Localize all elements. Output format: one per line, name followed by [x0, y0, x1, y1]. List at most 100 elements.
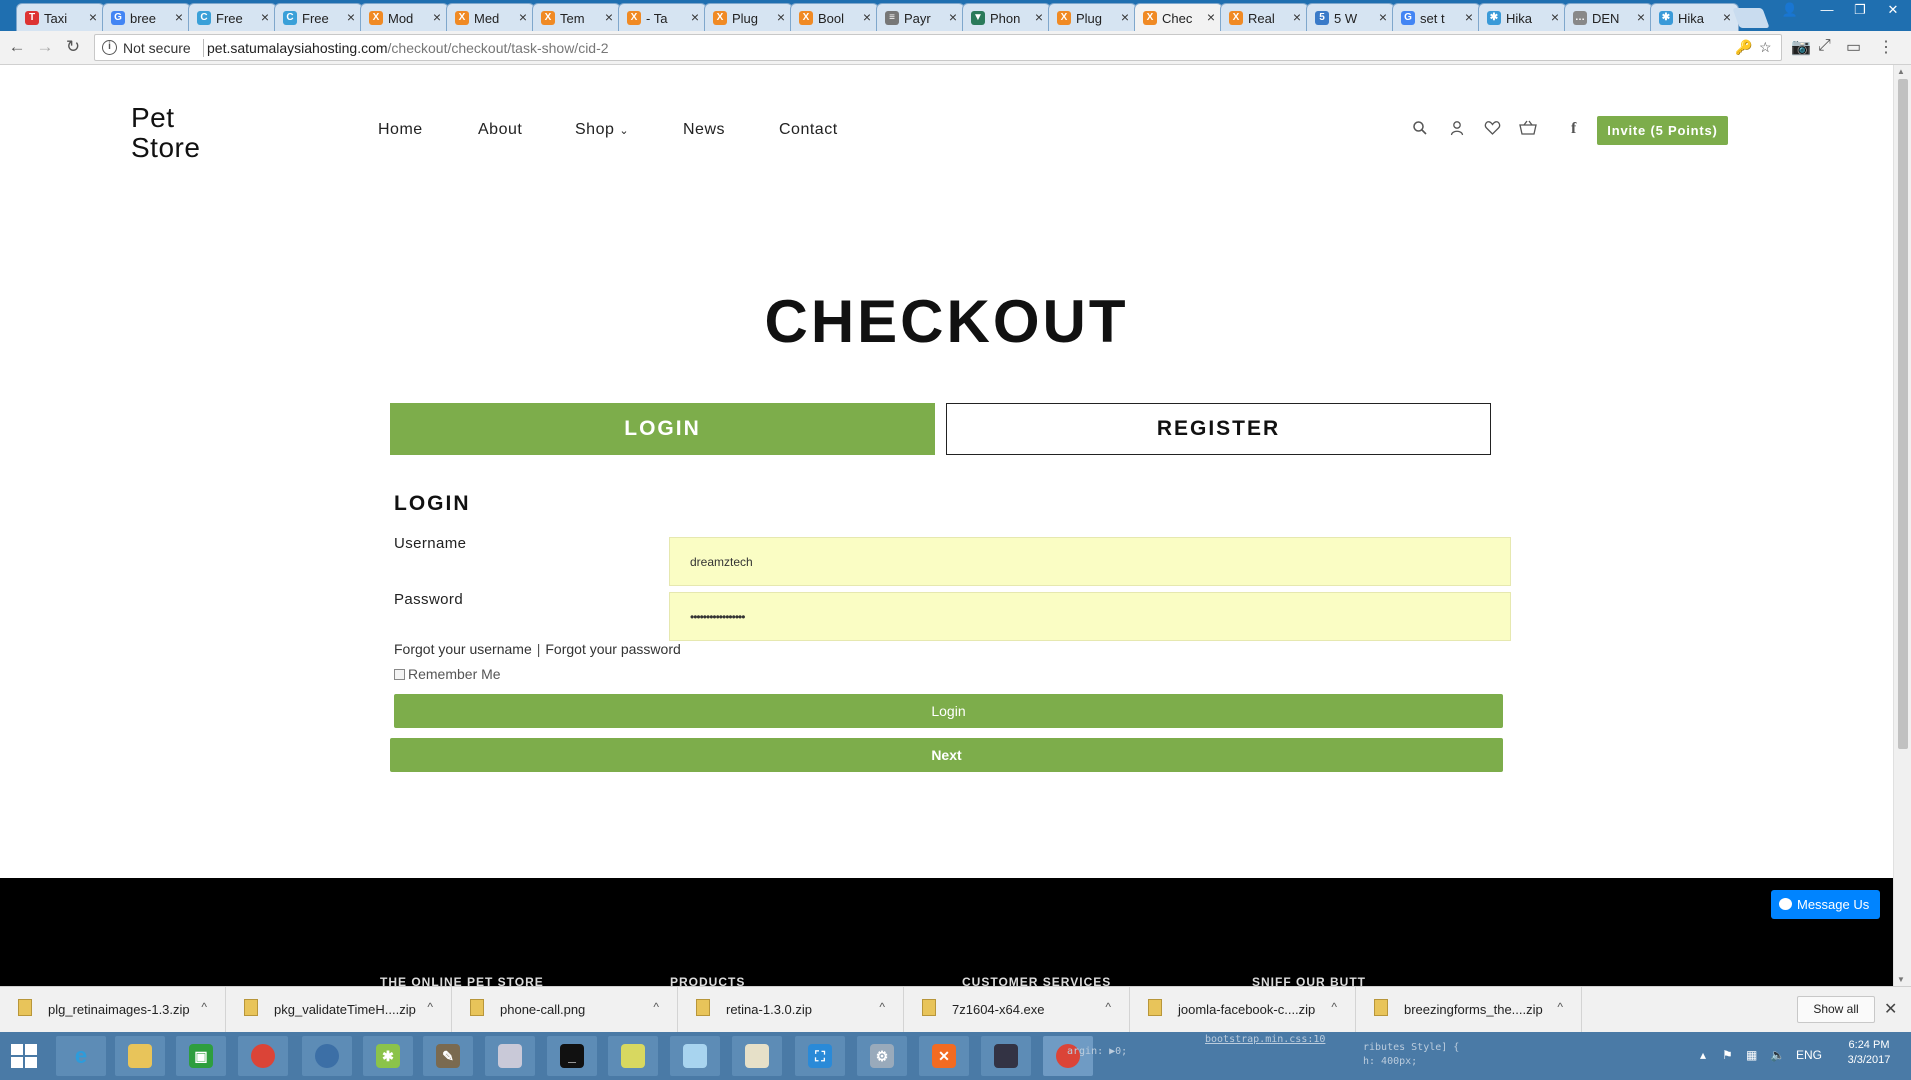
browser-tab[interactable]: Gset t × [1392, 3, 1481, 31]
search-icon[interactable] [1412, 120, 1428, 141]
taskbar-thunderbird-icon[interactable] [302, 1036, 352, 1076]
tray-network-icon[interactable]: ▦ [1746, 1048, 1757, 1062]
tab-close-icon[interactable]: × [175, 9, 183, 25]
cast-icon[interactable]: ▭ [1846, 37, 1861, 57]
taskbar-explorer-icon[interactable] [115, 1036, 165, 1076]
browser-tab[interactable]: X Real × [1220, 3, 1309, 31]
download-options-chevron-icon[interactable]: ^ [1331, 1000, 1337, 1014]
browser-tab[interactable]: ✱ Hika × [1650, 3, 1739, 31]
next-button[interactable]: Next [390, 738, 1503, 772]
browser-tab[interactable]: X Plug × [1048, 3, 1137, 31]
close-downloads-icon[interactable]: ✕ [1884, 999, 1897, 1019]
message-us-button[interactable]: Message Us [1771, 890, 1880, 919]
tab-close-icon[interactable]: × [605, 9, 613, 25]
forgot-password-link[interactable]: Forgot your password [545, 641, 680, 657]
invite-button[interactable]: Invite (5 Points) [1597, 116, 1728, 145]
browser-tab[interactable]: C Free × [274, 3, 363, 31]
download-options-chevron-icon[interactable]: ^ [427, 1000, 433, 1014]
browser-tab[interactable]: … DEN × [1564, 3, 1653, 31]
tab-close-icon[interactable]: × [1465, 9, 1473, 25]
back-icon[interactable]: ← [6, 37, 28, 57]
taskbar-chrome-icon[interactable] [238, 1036, 288, 1076]
download-item[interactable]: plg_retinaimages-1.3.zip ^ [0, 987, 226, 1033]
taskbar-palette-icon[interactable] [732, 1036, 782, 1076]
tab-login[interactable]: LOGIN [390, 403, 935, 455]
browser-tab[interactable]: 5 5 W × [1306, 3, 1395, 31]
tab-register[interactable]: REGISTER [946, 403, 1491, 455]
scroll-thumb[interactable] [1898, 79, 1908, 749]
close-window-icon[interactable]: ✕ [1878, 2, 1908, 18]
download-item[interactable]: 7z1604-x64.exe ^ [904, 987, 1130, 1033]
taskbar-android-icon[interactable]: ✱ [363, 1036, 413, 1076]
taskbar-snip-icon[interactable]: ⛶ [795, 1036, 845, 1076]
tab-close-icon[interactable]: × [1551, 9, 1559, 25]
download-item[interactable]: pkg_validateTimeH....zip ^ [226, 987, 452, 1033]
nav-about[interactable]: About [478, 121, 522, 139]
taskbar-ie-icon[interactable]: e [56, 1036, 106, 1076]
browser-tab[interactable]: Gbree × [102, 3, 191, 31]
bookmark-star-icon[interactable]: ☆ [1759, 39, 1772, 56]
user-icon[interactable]: 👤 [1775, 2, 1805, 18]
taskbar-vpn-icon[interactable] [981, 1036, 1031, 1076]
url-text[interactable]: pet.satumalaysiahosting.com/checkout/che… [207, 40, 609, 56]
nav-shop[interactable]: Shop ⌄ [575, 121, 629, 139]
browser-tab[interactable]: X Tem × [532, 3, 621, 31]
minimize-icon[interactable]: — [1812, 2, 1842, 17]
camera-icon[interactable]: 📷 [1791, 37, 1811, 57]
key-icon[interactable]: 🔑 [1735, 39, 1752, 56]
taskbar-store-icon[interactable]: ▣ [176, 1036, 226, 1076]
download-options-chevron-icon[interactable]: ^ [201, 1000, 207, 1014]
page-scrollbar[interactable]: ▲ ▼ [1893, 65, 1911, 986]
site-logo[interactable]: Pet Store [131, 103, 200, 163]
tab-close-icon[interactable]: × [1121, 9, 1129, 25]
tab-close-icon[interactable]: × [1207, 9, 1215, 25]
browser-tab[interactable]: X Chec × [1134, 3, 1223, 31]
user-account-icon[interactable] [1449, 120, 1465, 141]
tab-close-icon[interactable]: × [433, 9, 441, 25]
browser-tab[interactable]: ≡ Payr × [876, 3, 965, 31]
show-all-button[interactable]: Show all [1797, 996, 1875, 1023]
download-item[interactable]: phone-call.png ^ [452, 987, 678, 1033]
reload-icon[interactable]: ↻ [62, 37, 84, 57]
tab-close-icon[interactable]: × [1379, 9, 1387, 25]
tab-close-icon[interactable]: × [777, 9, 785, 25]
info-icon[interactable]: i [102, 40, 117, 55]
browser-tab[interactable]: X Mod × [360, 3, 449, 31]
nav-contact[interactable]: Contact [779, 121, 838, 139]
browser-tab[interactable]: X - Ta × [618, 3, 707, 31]
fullscreen-icon[interactable]: ⤢ [1818, 37, 1831, 55]
tab-close-icon[interactable]: × [347, 9, 355, 25]
tray-volume-icon[interactable]: 🔈 [1770, 1048, 1785, 1062]
cart-basket-icon[interactable] [1519, 120, 1537, 141]
taskbar-clock[interactable]: 6:24 PM 3/3/2017 [1836, 1038, 1902, 1068]
restore-icon[interactable]: ❐ [1845, 2, 1875, 18]
download-item[interactable]: breezingforms_the....zip ^ [1356, 987, 1582, 1033]
scroll-down-arrow-icon[interactable]: ▼ [1897, 975, 1905, 984]
tab-close-icon[interactable]: × [691, 9, 699, 25]
browser-tab[interactable]: C Free × [188, 3, 277, 31]
scroll-up-arrow-icon[interactable]: ▲ [1897, 67, 1905, 76]
wishlist-heart-icon[interactable] [1484, 120, 1501, 141]
taskbar-gimp-icon[interactable]: ✎ [423, 1036, 473, 1076]
tray-overflow-icon[interactable]: ▴ [1700, 1048, 1706, 1062]
windows-start-icon[interactable] [11, 1044, 37, 1068]
download-options-chevron-icon[interactable]: ^ [1105, 1000, 1111, 1014]
taskbar-notes-icon[interactable] [670, 1036, 720, 1076]
taskbar-paint-icon[interactable] [485, 1036, 535, 1076]
nav-news[interactable]: News [683, 121, 725, 139]
username-input[interactable] [669, 537, 1511, 586]
facebook-icon[interactable]: f [1571, 120, 1576, 138]
tab-close-icon[interactable]: × [261, 9, 269, 25]
remember-me-checkbox[interactable] [394, 669, 405, 680]
forward-icon[interactable]: → [34, 37, 56, 57]
tab-close-icon[interactable]: × [1035, 9, 1043, 25]
tab-close-icon[interactable]: × [1723, 9, 1731, 25]
download-item[interactable]: retina-1.3.0.zip ^ [678, 987, 904, 1033]
download-options-chevron-icon[interactable]: ^ [653, 1000, 659, 1014]
new-tab-button[interactable] [1732, 8, 1770, 28]
tab-close-icon[interactable]: × [863, 9, 871, 25]
taskbar-settings-icon[interactable]: ⚙ [857, 1036, 907, 1076]
download-options-chevron-icon[interactable]: ^ [879, 1000, 885, 1014]
taskbar-editor-icon[interactable] [608, 1036, 658, 1076]
download-item[interactable]: joomla-facebook-c....zip ^ [1130, 987, 1356, 1033]
